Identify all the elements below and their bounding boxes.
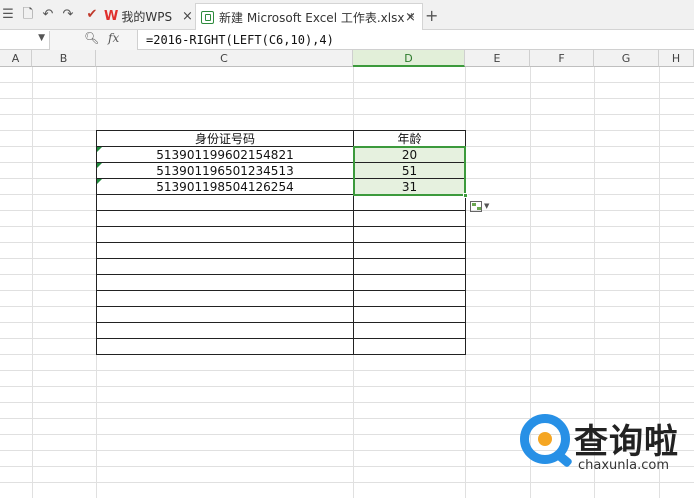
watermark-title: 查询啦 bbox=[574, 422, 679, 462]
watermark: 查询啦 chaxunla.com bbox=[518, 410, 694, 482]
empty-cell[interactable] bbox=[353, 242, 466, 259]
table-header-row: 身份证号码 年龄 bbox=[96, 130, 466, 147]
print-preview-icon[interactable]: 🗋 bbox=[20, 7, 36, 23]
tab-my-wps[interactable]: W 我的WPS × bbox=[104, 3, 196, 30]
redo-icon[interactable]: ↷ bbox=[60, 7, 76, 23]
formula-bar: ▼ 🔍︎ fx =2016-RIGHT(LEFT(C6,10),4) bbox=[0, 30, 694, 50]
table-row: 513901199602154821 20 bbox=[96, 146, 466, 163]
column-header-c[interactable]: C bbox=[96, 50, 353, 67]
name-box[interactable]: ▼ bbox=[0, 31, 50, 49]
error-indicator-icon bbox=[97, 179, 102, 184]
table-row: 513901196501234513 51 bbox=[96, 162, 466, 179]
plus-icon[interactable]: + bbox=[425, 6, 438, 25]
formula-input[interactable]: =2016-RIGHT(LEFT(C6,10),4) bbox=[146, 31, 334, 49]
empty-cell[interactable] bbox=[353, 274, 466, 291]
empty-cell[interactable] bbox=[96, 338, 354, 355]
empty-cell[interactable] bbox=[96, 258, 354, 275]
age-cell[interactable]: 51 bbox=[353, 162, 466, 179]
empty-cell[interactable] bbox=[96, 194, 354, 211]
column-header-g[interactable]: G bbox=[594, 50, 659, 67]
wps-logo-icon: W bbox=[104, 9, 119, 24]
column-header-h[interactable]: H bbox=[659, 50, 694, 67]
empty-cell[interactable] bbox=[96, 242, 354, 259]
empty-row bbox=[96, 226, 466, 243]
logo-dot bbox=[538, 432, 552, 446]
close-icon[interactable]: × bbox=[182, 9, 193, 24]
empty-row bbox=[96, 242, 466, 259]
menu-icon[interactable]: ☰ bbox=[0, 7, 16, 23]
empty-cell[interactable] bbox=[353, 322, 466, 339]
header-cell-id[interactable]: 身份证号码 bbox=[96, 130, 354, 147]
empty-cell[interactable] bbox=[353, 226, 466, 243]
pin-icon[interactable]: ✔ bbox=[84, 7, 100, 23]
empty-row bbox=[96, 258, 466, 275]
chevron-down-icon: ▼ bbox=[484, 202, 490, 210]
fx-icon[interactable]: fx bbox=[108, 31, 119, 45]
error-indicator-icon bbox=[97, 147, 102, 152]
paste-options-button[interactable]: ▼ bbox=[470, 199, 496, 213]
chevron-down-icon[interactable]: ▼ bbox=[38, 33, 45, 43]
spreadsheet-icon bbox=[201, 10, 214, 24]
empty-row bbox=[96, 210, 466, 227]
empty-row bbox=[96, 274, 466, 291]
column-header-a[interactable]: A bbox=[0, 50, 32, 67]
empty-cell[interactable] bbox=[96, 322, 354, 339]
column-header-f[interactable]: F bbox=[530, 50, 594, 67]
empty-cell[interactable] bbox=[353, 290, 466, 307]
tab-excel-workbook[interactable]: 新建 Microsoft Excel 工作表.xlsx * × bbox=[195, 3, 423, 30]
age-cell[interactable]: 20 bbox=[353, 146, 466, 163]
watermark-subtitle: chaxunla.com bbox=[578, 458, 669, 473]
empty-cell[interactable] bbox=[96, 290, 354, 307]
table-row: 513901198504126254 31 bbox=[96, 178, 466, 195]
empty-row bbox=[96, 338, 466, 355]
formula-tools: 🔍︎ fx bbox=[50, 30, 138, 50]
empty-row bbox=[96, 306, 466, 323]
empty-cell[interactable] bbox=[353, 338, 466, 355]
header-cell-age[interactable]: 年龄 bbox=[353, 130, 466, 147]
empty-row bbox=[96, 290, 466, 307]
tab-label: 我的WPS bbox=[121, 10, 173, 24]
column-header-b[interactable]: B bbox=[32, 50, 96, 67]
empty-cell[interactable] bbox=[96, 226, 354, 243]
empty-cell[interactable] bbox=[353, 210, 466, 227]
fill-handle[interactable] bbox=[463, 193, 468, 198]
column-header-d[interactable]: D bbox=[353, 50, 465, 67]
empty-cell[interactable] bbox=[96, 210, 354, 227]
age-cell[interactable]: 31 bbox=[353, 178, 466, 195]
empty-cell[interactable] bbox=[353, 258, 466, 275]
id-cell[interactable]: 513901198504126254 bbox=[96, 178, 354, 195]
empty-cell[interactable] bbox=[353, 194, 466, 211]
error-indicator-icon bbox=[97, 163, 102, 168]
title-tab-bar: ☰ 🗋 ↶ ↷ ✔ W 我的WPS × 新建 Microsoft Excel 工… bbox=[0, 0, 694, 30]
id-cell[interactable]: 513901196501234513 bbox=[96, 162, 354, 179]
column-header-e[interactable]: E bbox=[465, 50, 530, 67]
data-table: 身份证号码 年龄 513901199602154821 20 513901196… bbox=[96, 130, 466, 355]
empty-row bbox=[96, 322, 466, 339]
empty-cell[interactable] bbox=[96, 274, 354, 291]
tab-label: 新建 Microsoft Excel 工作表.xlsx * bbox=[219, 10, 415, 25]
paste-options-icon bbox=[470, 200, 482, 212]
zoom-search-icon[interactable]: 🔍︎ bbox=[84, 31, 99, 45]
empty-cell[interactable] bbox=[96, 306, 354, 323]
id-cell[interactable]: 513901199602154821 bbox=[96, 146, 354, 163]
empty-row bbox=[96, 194, 466, 211]
close-icon[interactable]: × bbox=[405, 10, 416, 25]
gridline bbox=[32, 67, 33, 498]
undo-icon[interactable]: ↶ bbox=[40, 7, 56, 23]
empty-cell[interactable] bbox=[353, 306, 466, 323]
